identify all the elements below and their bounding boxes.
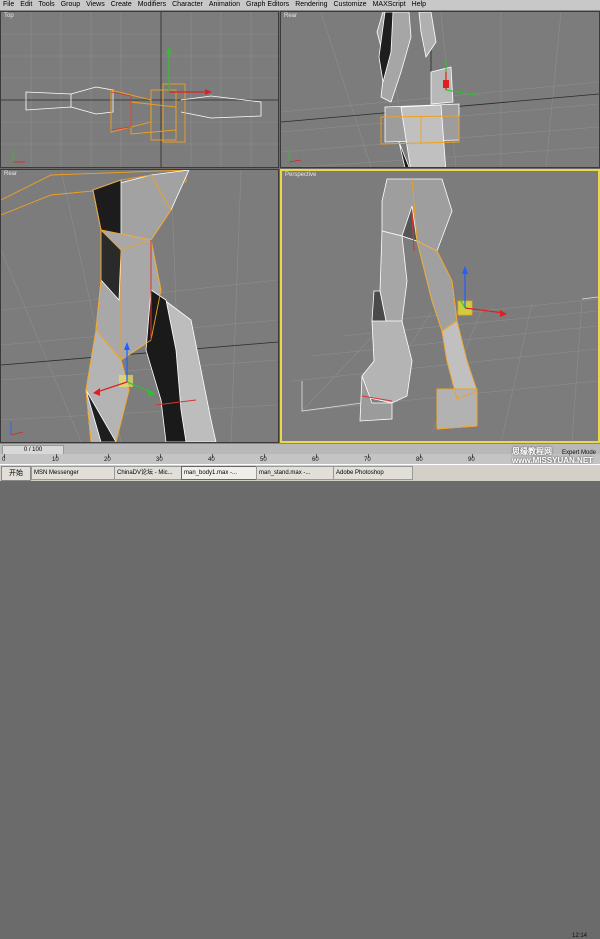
menu-modifiers[interactable]: Modifiers <box>135 0 169 10</box>
viewport-left[interactable]: Rear <box>0 169 279 443</box>
tick-label: 0 <box>2 457 6 463</box>
menu-rendering[interactable]: Rendering <box>292 0 330 10</box>
menu-views[interactable]: Views <box>83 0 108 10</box>
tick-label: 40 <box>208 457 215 463</box>
top-view-canvas <box>1 12 278 167</box>
taskbar-item-chinadv[interactable]: ChinaDV论坛 - Mic... <box>114 466 182 480</box>
windows-taskbar: 开始 MSN Messenger ChinaDV论坛 - Mic... man_… <box>0 464 600 939</box>
tick-label: 20 <box>104 457 111 463</box>
menu-animation[interactable]: Animation <box>206 0 243 10</box>
taskbar-item-msn[interactable]: MSN Messenger <box>31 466 115 480</box>
menu-customize[interactable]: Customize <box>331 0 370 10</box>
tick-label: 50 <box>260 457 267 463</box>
taskbar-item-man-stand[interactable]: man_stand.max -... <box>256 466 334 480</box>
menu-character[interactable]: Character <box>169 0 206 10</box>
viewport-perspective[interactable]: Perspective <box>280 169 600 443</box>
viewport-top[interactable]: Top <box>0 11 279 168</box>
menu-group[interactable]: Group <box>58 0 83 10</box>
menu-bar: File Edit Tools Group Views Create Modifiers Ch… <box>0 0 600 11</box>
tick-label: 90 <box>468 457 475 463</box>
taskbar-item-man-body[interactable]: man_body1.max -... <box>181 466 257 480</box>
start-button[interactable]: 开始 <box>1 466 31 481</box>
viewport-label-perspective[interactable]: Perspective <box>285 172 316 178</box>
menu-tools[interactable]: Tools <box>35 0 57 10</box>
left-view-canvas <box>1 170 278 442</box>
menu-edit[interactable]: Edit <box>17 0 35 10</box>
perspective-view-canvas <box>291 178 598 441</box>
watermark-title: 思缘教程网 <box>512 447 552 456</box>
menu-graph-editors[interactable]: Graph Editors <box>243 0 292 10</box>
tick-label: 60 <box>312 457 319 463</box>
viewport-rear[interactable]: Rear <box>280 11 600 168</box>
site-watermark: 思缘教程网 www.MISSYUAN.NET <box>512 447 600 465</box>
system-clock[interactable]: 12:14 <box>572 933 587 939</box>
tick-label: 80 <box>416 457 423 463</box>
menu-file[interactable]: File <box>0 0 17 10</box>
viewport-label-left[interactable]: Rear <box>4 171 17 177</box>
taskbar-item-photoshop[interactable]: Adobe Photoshop <box>333 466 413 480</box>
menu-help[interactable]: Help <box>409 0 429 10</box>
viewport-label-top[interactable]: Top <box>4 13 14 19</box>
tick-label: 30 <box>156 457 163 463</box>
menu-create[interactable]: Create <box>108 0 135 10</box>
viewport-label-rear[interactable]: Rear <box>284 13 297 19</box>
tick-label: 10 <box>52 457 59 463</box>
rear-view-canvas <box>281 12 599 167</box>
menu-maxscript[interactable]: MAXScript <box>370 0 409 10</box>
time-slider-bar: 0 / 100 0 10 20 30 40 50 60 70 80 90 <box>0 443 600 465</box>
tick-label: 70 <box>364 457 371 463</box>
